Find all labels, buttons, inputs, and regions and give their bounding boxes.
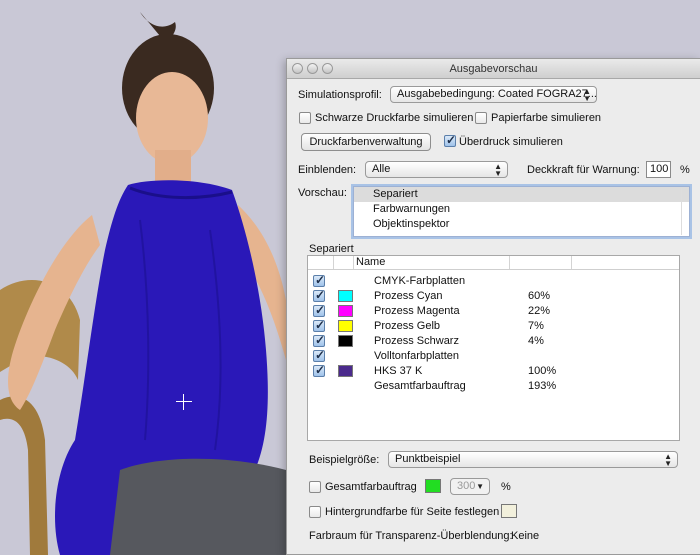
preview-scrollbar[interactable] (681, 188, 688, 235)
row-name: CMYK-Farbplatten (374, 275, 466, 287)
row-name: Prozess Cyan (374, 290, 443, 302)
table-header: Name (308, 256, 679, 270)
table-row[interactable]: Prozess Gelb 7% (308, 318, 679, 334)
row-percent: 60% (528, 290, 551, 302)
sample-size-popup[interactable]: Punktbeispiel ▲ ▼ (388, 451, 678, 468)
row-name: HKS 37 K (374, 365, 423, 377)
simulation-profile-label: Simulationsprofil: (298, 89, 382, 101)
row-checkbox[interactable] (313, 273, 325, 287)
preview-label: Vorschau: (298, 187, 347, 199)
simulation-profile-value: Ausgabebedingung: Coated FOGRA27... (397, 88, 597, 100)
preview-listbox[interactable]: Separiert Farbwarnungen Objektinspektor (353, 186, 690, 237)
table-row[interactable]: CMYK-Farbplatten (308, 273, 679, 289)
overprint-checkbox[interactable] (444, 133, 456, 147)
total-ink-value: 300 (457, 480, 476, 492)
row-percent: 193% (528, 380, 557, 392)
window-title: Ausgabevorschau (449, 63, 538, 75)
popup-arrows-icon: ▲ ▼ (583, 87, 591, 103)
column-divider (353, 256, 354, 269)
simulation-profile-popup[interactable]: Ausgabebedingung: Coated FOGRA27... ▲ ▼ (390, 86, 597, 103)
table-row[interactable]: Prozess Schwarz 4% (308, 333, 679, 349)
column-divider (333, 256, 334, 269)
preview-item-separated[interactable]: Separiert (354, 187, 689, 202)
show-value: Alle (372, 163, 391, 175)
ink-manager-button[interactable]: Druckfarbenverwaltung (301, 133, 431, 151)
row-percent: 100% (528, 365, 557, 377)
total-ink-checkbox[interactable] (309, 481, 321, 493)
paper-color-label: Papierfarbe simulieren (491, 112, 602, 124)
color-swatch (338, 290, 353, 302)
table-row[interactable]: Prozess Magenta 22% (308, 303, 679, 319)
paper-color-checkbox[interactable] (475, 112, 487, 124)
warning-opacity-label: Deckkraft für Warnung: (527, 164, 640, 176)
table-row[interactable]: Prozess Cyan 60% (308, 288, 679, 304)
row-percent: 4% (528, 335, 544, 347)
sample-size-label: Beispielgröße: (309, 454, 380, 466)
row-name: Gesamtfarbauftrag (374, 380, 466, 392)
row-checkbox[interactable] (313, 348, 325, 362)
separations-table: Name CMYK-Farbplatten Prozess Cyan 60% P… (307, 255, 680, 441)
row-checkbox[interactable] (313, 288, 325, 302)
row-name: Prozess Schwarz (374, 335, 459, 347)
sample-size-value: Punktbeispiel (395, 453, 461, 465)
page-bg-color-well[interactable] (501, 504, 517, 518)
total-ink-color-well[interactable] (425, 479, 441, 493)
black-ink-checkbox[interactable] (299, 112, 311, 124)
table-row[interactable]: HKS 37 K 100% (308, 363, 679, 379)
combo-arrow-icon: ▼ (476, 482, 484, 491)
cursor-crosshair-icon (176, 394, 192, 410)
row-checkbox[interactable] (313, 363, 325, 377)
row-percent: 22% (528, 305, 551, 317)
total-ink-combo[interactable]: 300 ▼ (450, 478, 490, 495)
show-popup[interactable]: Alle ▲ ▼ (365, 161, 508, 178)
color-swatch (338, 320, 353, 332)
warning-opacity-field[interactable]: 100 (646, 161, 671, 178)
show-label: Einblenden: (298, 164, 357, 176)
preview-item-color-warnings[interactable]: Farbwarnungen (354, 202, 689, 217)
row-name: Volltonfarbplatten (374, 350, 460, 362)
popup-arrows-icon: ▲ ▼ (494, 162, 502, 178)
total-ink-label: Gesamtfarbauftrag (325, 481, 417, 493)
page-bg-checkbox[interactable] (309, 506, 321, 518)
column-divider (509, 256, 510, 269)
black-ink-label: Schwarze Druckfarbe simulieren (315, 112, 474, 124)
transparency-blend-label: Farbraum für Transparenz-Überblendung: (309, 530, 513, 542)
color-swatch (338, 365, 353, 377)
output-preview-window: Ausgabevorschau Simulationsprofil: Ausga… (286, 58, 700, 555)
total-ink-unit: % (501, 481, 511, 493)
column-header-name[interactable]: Name (356, 256, 385, 268)
row-percent: 7% (528, 320, 544, 332)
transparency-blend-value: Keine (511, 530, 540, 542)
popup-arrows-icon: ▲ ▼ (664, 452, 672, 468)
color-swatch (338, 335, 353, 347)
row-checkbox[interactable] (313, 318, 325, 332)
row-checkbox[interactable] (313, 303, 325, 317)
separations-group-title: Separiert (309, 243, 354, 255)
row-name: Prozess Magenta (374, 305, 460, 317)
column-divider (571, 256, 572, 269)
row-name: Prozess Gelb (374, 320, 441, 332)
preview-item-object-inspector[interactable]: Objektinspektor (354, 217, 689, 232)
page-bg-label: Hintergrundfarbe für Seite festlegen (325, 506, 500, 518)
table-row[interactable]: Volltonfarbplatten (308, 348, 679, 364)
color-swatch (338, 305, 353, 317)
window-titlebar[interactable]: Ausgabevorschau (287, 59, 700, 79)
row-checkbox[interactable] (313, 333, 325, 347)
table-row: Gesamtfarbauftrag 193% (308, 379, 679, 394)
warning-opacity-unit: % (680, 164, 690, 176)
overprint-label: Überdruck simulieren (459, 136, 563, 148)
